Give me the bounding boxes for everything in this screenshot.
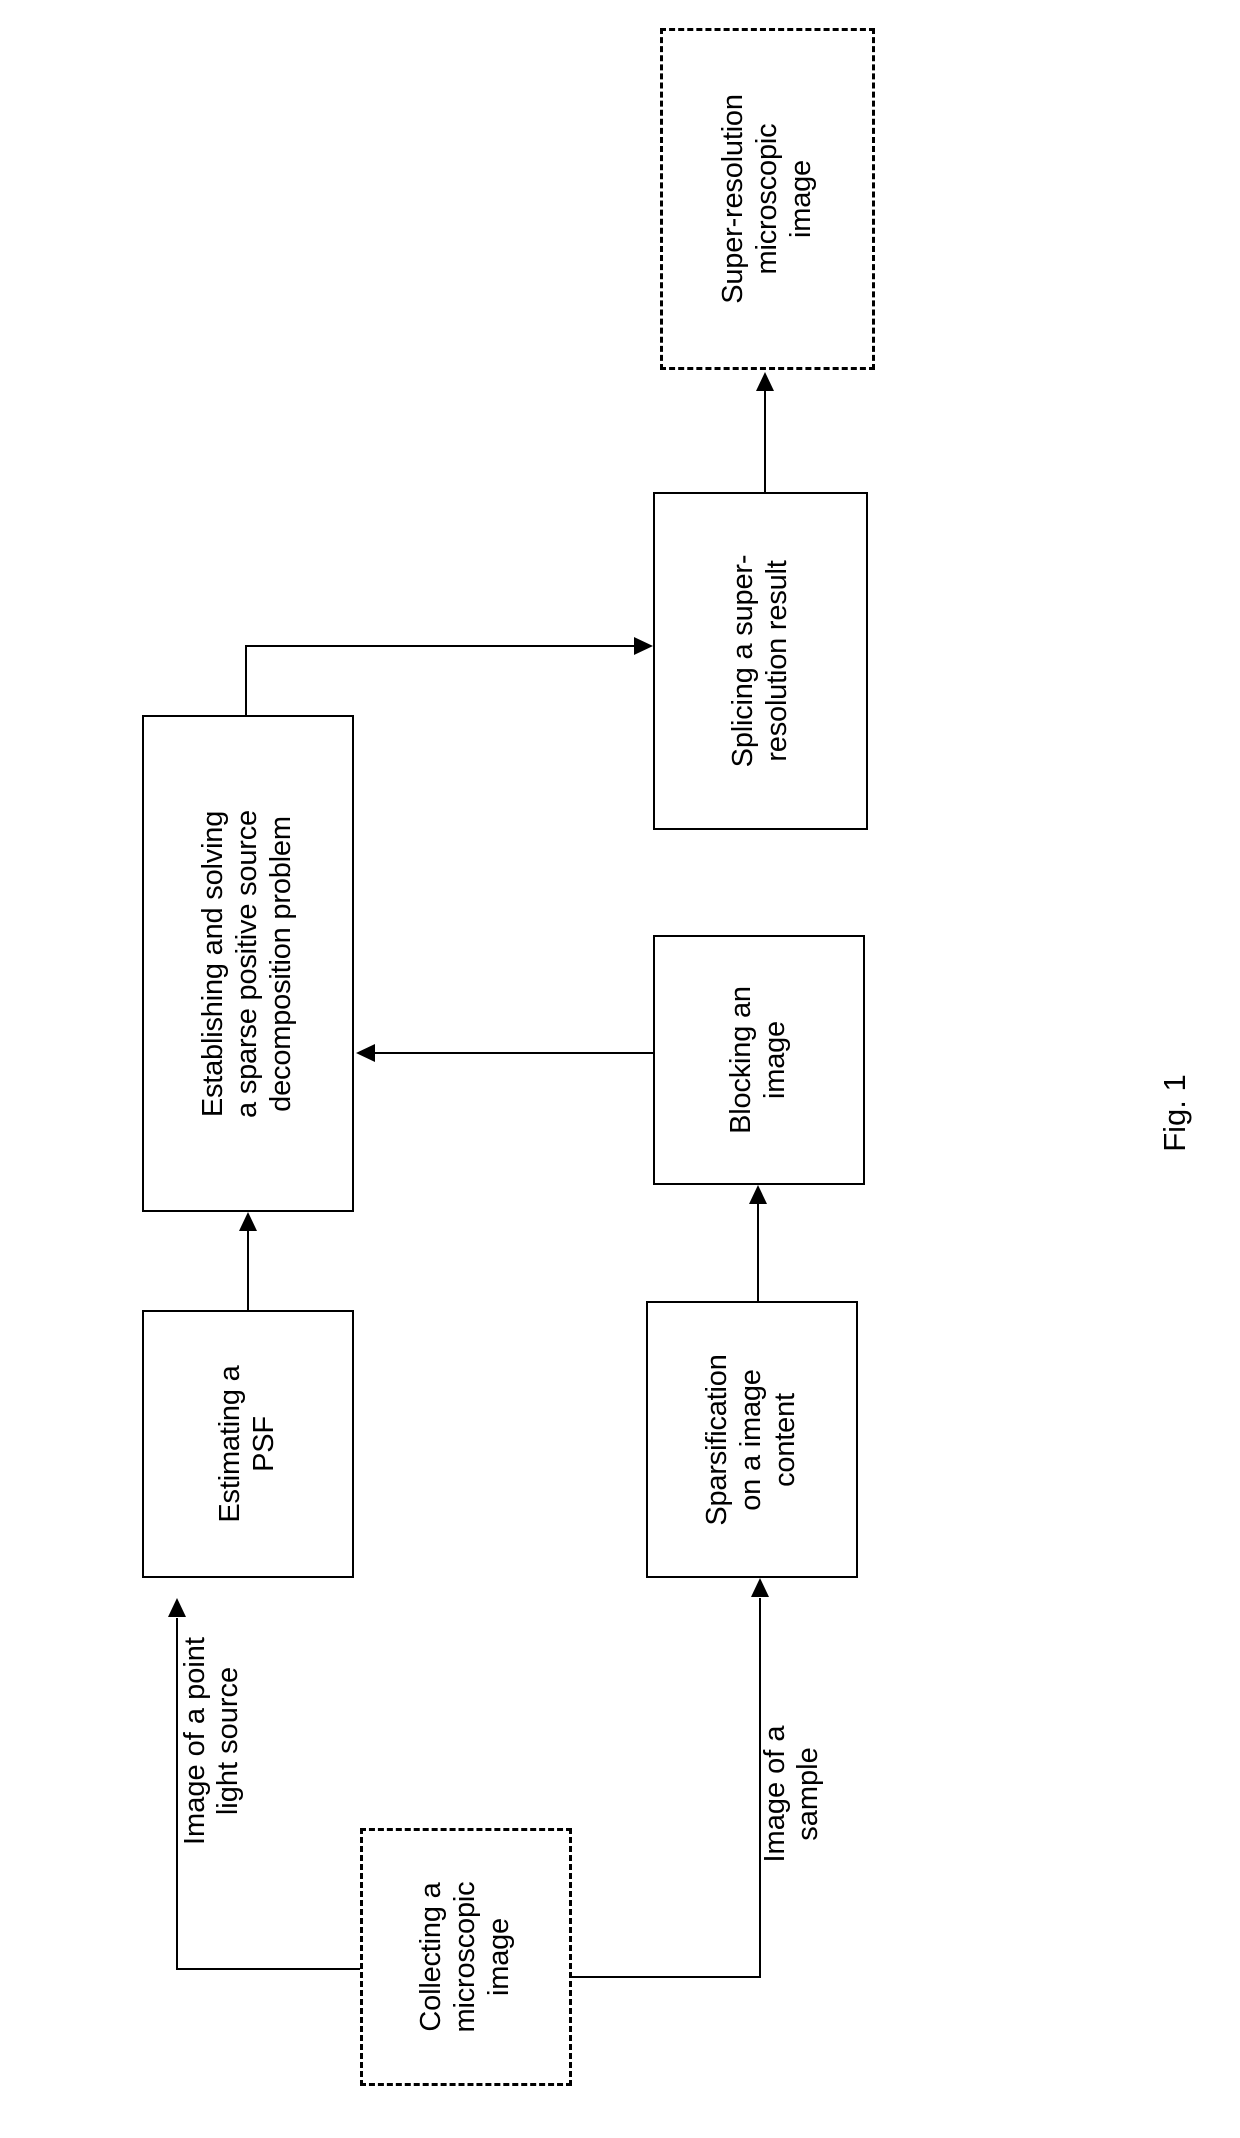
figure-canvas: Super-resolution microscopic image Splic… [0, 0, 1240, 2138]
connector-collecting-to-sparsification-vertical [759, 1598, 761, 1978]
connector-estimating-to-establishing [247, 1230, 249, 1310]
arrowhead-estimating-to-establishing [239, 1212, 257, 1231]
node-sparsification-on-a-image-content-label: Sparsification on a image content [701, 1353, 801, 1526]
node-super-resolution-microscopic-image: Super-resolution microscopic image [660, 28, 875, 370]
arrowhead-establishing-to-splicing [634, 637, 653, 655]
node-splicing-a-super-resolution-result-label: Splicing a super- resolution result [726, 554, 793, 768]
node-estimating-a-psf: Estimating a PSF [142, 1310, 354, 1578]
node-collecting-a-microscopic-image-label: Collecting a microscopic image [415, 1881, 515, 2033]
node-splicing-a-super-resolution-result: Splicing a super- resolution result [653, 492, 868, 830]
connector-sparsification-to-blocking [757, 1203, 759, 1301]
node-estimating-a-psf-label: Estimating a PSF [214, 1365, 280, 1523]
arrowhead-blocking-to-establishing [356, 1044, 375, 1062]
connector-collecting-to-sparsification-horizontal [572, 1976, 761, 1978]
connector-collecting-to-estimating-horizontal [176, 1968, 361, 1970]
connector-establishing-to-splicing-horizontal [245, 645, 635, 647]
arrowhead-sparsification-to-blocking [749, 1185, 767, 1204]
node-collecting-a-microscopic-image: Collecting a microscopic image [360, 1828, 572, 2086]
connector-splicing-to-output [764, 390, 766, 493]
node-blocking-an-image-label: Blocking an image [725, 986, 791, 1134]
edge-label-image-of-a-sample: Image of a sample [759, 1725, 825, 1863]
edge-label-image-of-a-point-light-source: Image of a point light source [179, 1637, 245, 1845]
node-super-resolution-microscopic-image-label: Super-resolution microscopic image [716, 94, 817, 304]
figure-caption: Fig. 1 [1157, 1074, 1192, 1152]
arrowhead-collecting-to-sparsification [751, 1578, 769, 1597]
node-blocking-an-image: Blocking an image [653, 935, 865, 1185]
arrowhead-splicing-to-output [756, 372, 774, 391]
node-establishing-and-solving-sparse-source-problem: Establishing and solving a sparse positi… [142, 715, 354, 1212]
connector-collecting-to-estimating-vertical [176, 1618, 178, 1970]
node-sparsification-on-a-image-content: Sparsification on a image content [646, 1301, 858, 1578]
connector-establishing-to-splicing-vertical [245, 646, 247, 716]
node-establishing-and-solving-sparse-source-problem-label: Establishing and solving a sparse positi… [197, 809, 297, 1118]
arrowhead-collecting-to-estimating [168, 1598, 186, 1617]
connector-blocking-to-establishing [375, 1052, 653, 1054]
